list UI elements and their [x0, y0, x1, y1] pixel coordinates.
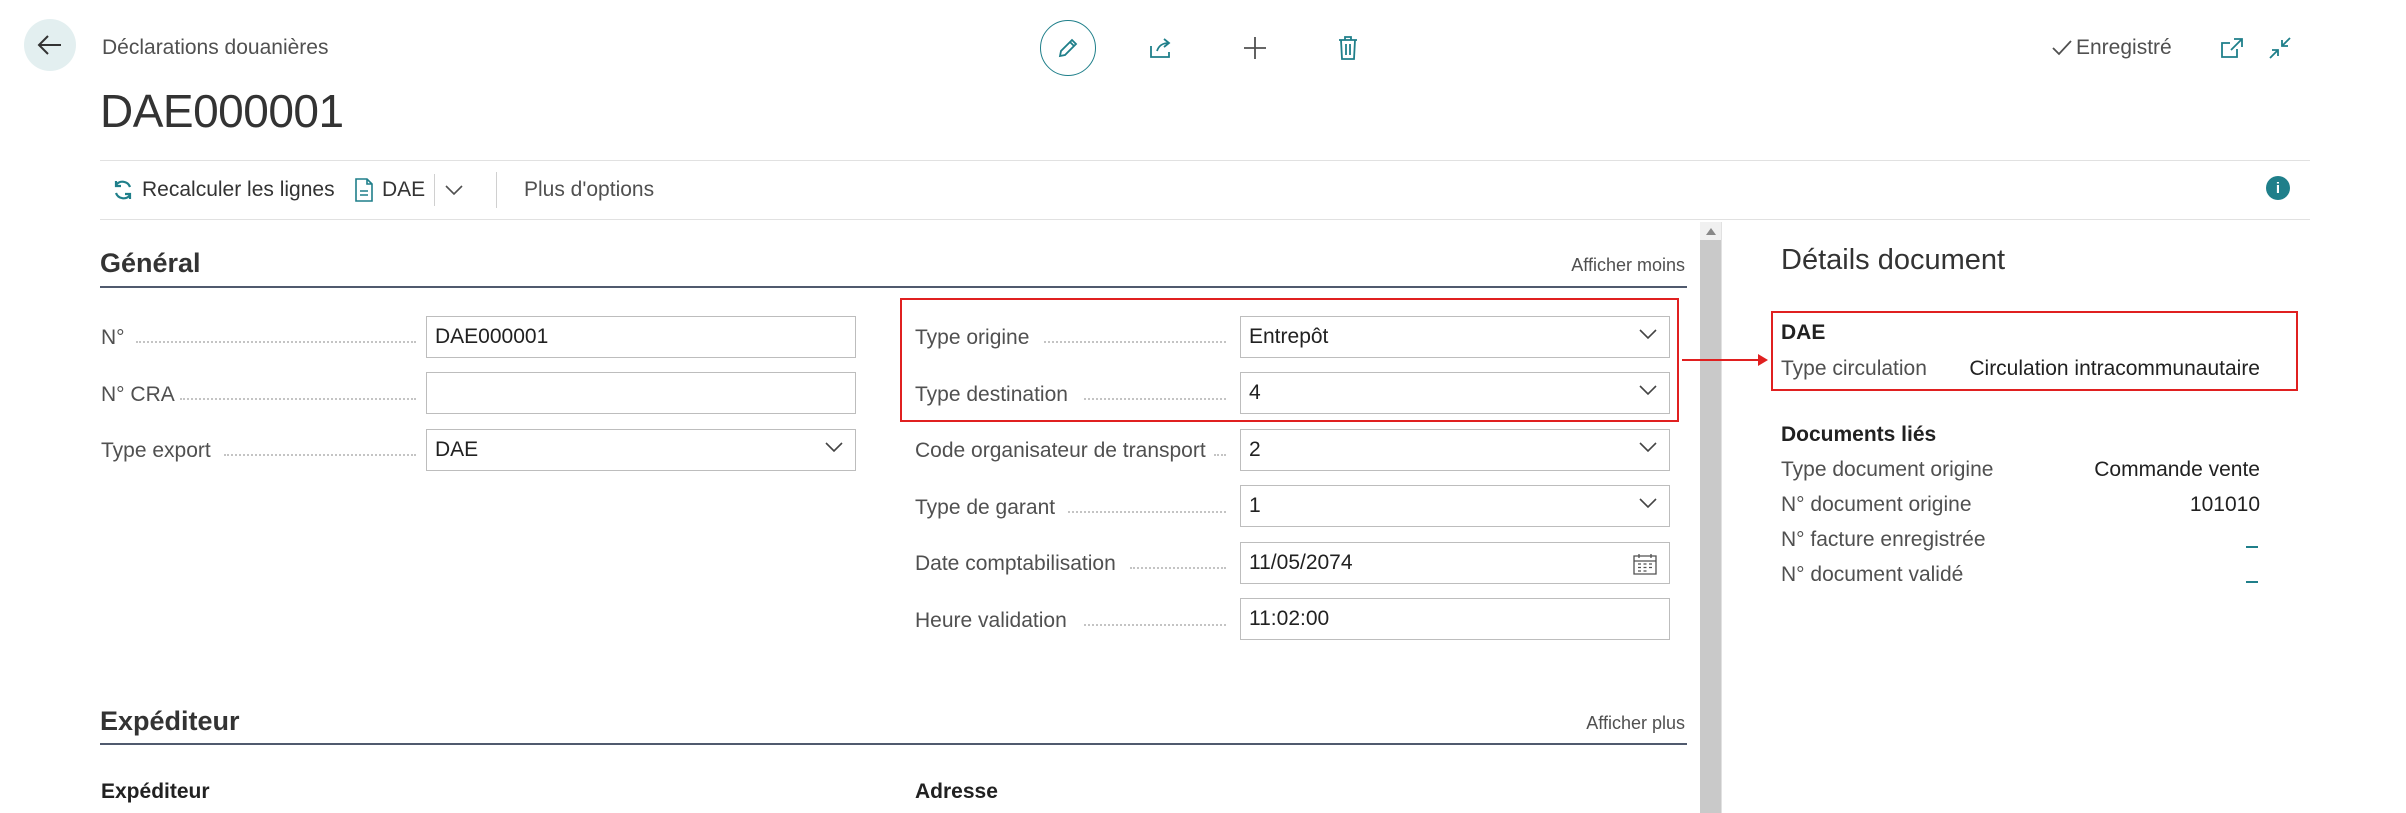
code-organisateur-select[interactable]: 2 — [1240, 429, 1670, 471]
dae-button[interactable]: DAE — [354, 160, 425, 220]
field-leader — [1084, 624, 1226, 626]
field-label-heure-validation: Heure validation — [915, 609, 1067, 632]
open-new-window-button[interactable] — [2218, 34, 2246, 62]
scroll-up-button[interactable] — [1700, 222, 1721, 240]
type-export-select[interactable]: DAE — [426, 429, 856, 471]
field-label-type-garant: Type de garant — [915, 496, 1056, 519]
more-options-button[interactable]: Plus d'options — [524, 160, 654, 220]
pencil-icon — [1056, 36, 1080, 60]
triangle-up-icon — [1705, 227, 1716, 235]
expediteur-group-title: Expéditeur — [101, 780, 210, 803]
factbox-value-type-doc-origine: Commande vente — [2094, 458, 2260, 481]
general-section-title[interactable]: Général — [100, 248, 201, 279]
field-label-code-organisateur: Code organisateur de transport — [915, 439, 1206, 462]
type-garant-select[interactable]: 1 — [1240, 485, 1670, 527]
collapse-icon — [2268, 36, 2292, 60]
field-label-type-export: Type export — [101, 439, 211, 462]
factbox-label-type-doc-origine: Type document origine — [1781, 458, 1994, 481]
heure-validation-field[interactable]: 11:02:00 — [1240, 598, 1670, 640]
chevron-down-icon — [1639, 498, 1657, 509]
factbox-label-doc-valide: N° document validé — [1781, 563, 1964, 586]
action-divider — [496, 172, 497, 208]
recalc-lines-label: Recalculer les lignes — [142, 178, 335, 201]
highlight-box-origin-destination — [900, 298, 1679, 422]
page-title: DAE000001 — [100, 85, 344, 137]
general-section-rule — [100, 286, 1687, 288]
dae-dropdown-button[interactable] — [444, 160, 464, 220]
saved-status-label: Enregistré — [2076, 36, 2172, 59]
factbox-title: Détails document — [1781, 244, 2006, 276]
type-garant-value: 1 — [1249, 494, 1261, 517]
chevron-down-icon — [444, 184, 464, 196]
highlight-box-circulation — [1771, 311, 2298, 391]
back-arrow-icon — [37, 34, 63, 56]
date-comptabilisation-field[interactable]: 11/05/2074 — [1240, 542, 1670, 584]
general-show-less-link[interactable]: Afficher moins — [1571, 255, 1685, 276]
saved-status: Enregistré — [2052, 36, 2172, 60]
factbox-link-facture-enregistree[interactable] — [2246, 546, 2258, 548]
open-new-window-icon — [2220, 37, 2244, 59]
info-icon[interactable]: i — [2266, 176, 2290, 200]
document-icon — [354, 178, 374, 202]
edit-button[interactable] — [1040, 20, 1096, 76]
field-label-no: N° — [101, 326, 125, 349]
expediteur-section-title[interactable]: Expéditeur — [100, 706, 240, 737]
chevron-down-icon — [825, 442, 843, 453]
plus-icon — [1242, 35, 1268, 61]
date-comptabilisation-value: 11/05/2074 — [1249, 551, 1353, 574]
no-cra-field[interactable] — [426, 372, 856, 414]
adresse-group-title: Adresse — [915, 780, 998, 803]
check-icon — [2052, 40, 2072, 56]
share-button[interactable] — [1145, 32, 1177, 64]
annotation-arrow-icon — [1682, 354, 1768, 366]
scrollbar[interactable] — [1700, 222, 1721, 813]
split-divider — [434, 174, 435, 206]
factbox-link-doc-valide[interactable] — [2246, 581, 2258, 583]
add-button[interactable] — [1239, 32, 1271, 64]
factbox-linked-heading: Documents liés — [1781, 423, 1937, 446]
action-bar: Recalculer les lignes DAE Plus d'options — [100, 160, 2310, 220]
dae-button-label: DAE — [382, 178, 426, 201]
field-label-date-comptabilisation: Date comptabilisation — [915, 552, 1116, 575]
field-leader — [1068, 511, 1226, 513]
trash-icon — [1337, 35, 1359, 61]
delete-button[interactable] — [1332, 32, 1364, 64]
factbox-value-no-doc-origine[interactable]: 101010 — [2190, 493, 2260, 517]
field-label-no-cra: N° CRA — [101, 383, 175, 406]
factbox-divider — [1721, 222, 1722, 813]
no-field[interactable]: DAE000001 — [426, 316, 856, 358]
calendar-icon[interactable] — [1633, 553, 1657, 575]
expediteur-section-rule — [100, 743, 1687, 745]
chevron-down-icon — [1639, 442, 1657, 453]
field-leader — [180, 398, 416, 400]
expediteur-show-more-link[interactable]: Afficher plus — [1586, 713, 1685, 734]
collapse-button[interactable] — [2266, 34, 2294, 62]
field-leader — [1130, 567, 1226, 569]
back-button[interactable] — [24, 19, 76, 71]
factbox-label-no-doc-origine: N° document origine — [1781, 493, 1972, 516]
field-leader — [1214, 454, 1226, 456]
breadcrumb[interactable]: Déclarations douanières — [102, 36, 328, 60]
recalc-lines-button[interactable]: Recalculer les lignes — [112, 160, 335, 220]
field-leader — [224, 454, 416, 456]
refresh-icon — [112, 179, 134, 201]
factbox-label-facture-enregistree: N° facture enregistrée — [1781, 528, 1986, 551]
field-leader — [136, 341, 416, 343]
code-organisateur-value: 2 — [1249, 438, 1261, 461]
type-export-value: DAE — [435, 438, 479, 461]
share-icon — [1148, 36, 1174, 60]
